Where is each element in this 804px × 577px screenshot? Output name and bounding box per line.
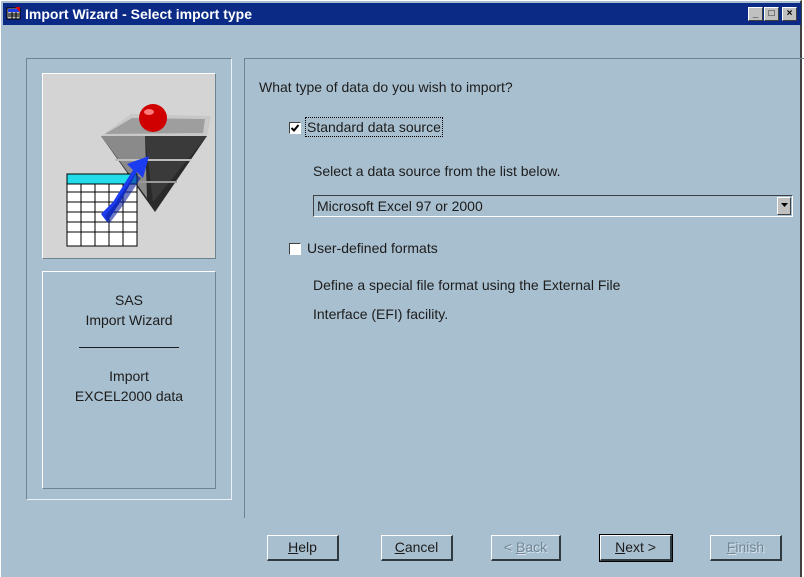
info-data-type: EXCEL2000 data: [74, 388, 184, 404]
dropdown-button[interactable]: [777, 197, 791, 215]
user-defined-hint-line1: Define a special file format using the E…: [313, 277, 621, 293]
back-label-accel: B: [515, 539, 526, 555]
back-label-rest: ack: [525, 539, 548, 555]
info-action: Import: [109, 368, 149, 384]
close-icon: ×: [786, 8, 793, 19]
standard-source-checkbox[interactable]: [289, 122, 301, 134]
next-label-accel: N: [615, 539, 626, 555]
help-label-accel: H: [288, 539, 299, 555]
next-button[interactable]: Next >: [599, 534, 673, 562]
maximize-button[interactable]: □: [764, 7, 779, 21]
checkmark-icon: [290, 124, 300, 132]
import-wizard-window: Import Wizard - Select import type _ □ ×: [0, 0, 804, 577]
back-label-prefix: <: [503, 539, 516, 555]
cancel-label-accel: C: [394, 539, 405, 555]
dropdown-arrow-icon: [781, 203, 788, 207]
info-wizard-name: Import Wizard: [85, 312, 173, 328]
help-button[interactable]: Help: [267, 535, 339, 561]
standard-source-label[interactable]: Standard data source: [305, 117, 443, 137]
standard-source-hint: Select a data source from the list below…: [313, 163, 561, 179]
import-type-question: What type of data do you wish to import?: [259, 79, 513, 95]
next-label-rest: ext >: [625, 539, 656, 555]
finish-button[interactable]: Finish: [710, 535, 782, 561]
data-source-value: Microsoft Excel 97 or 2000: [317, 198, 483, 214]
title-bar[interactable]: Import Wizard - Select import type _ □ ×: [3, 3, 801, 25]
minimize-icon: _: [752, 8, 759, 19]
app-icon[interactable]: [6, 6, 22, 22]
illustration-frame: [42, 73, 216, 259]
finish-label-rest: inish: [735, 539, 765, 555]
cancel-label-rest: ancel: [404, 539, 439, 555]
user-defined-hint-line2: Interface (EFI) facility.: [313, 306, 449, 322]
info-divider: [79, 347, 179, 348]
import-wizard-illustration: [66, 104, 211, 247]
help-label-rest: elp: [298, 539, 317, 555]
wizard-info-box: SAS Import Wizard Import EXCEL2000 data: [42, 271, 216, 489]
user-defined-checkbox[interactable]: [289, 243, 301, 255]
data-source-select[interactable]: Microsoft Excel 97 or 2000: [313, 195, 793, 217]
maximize-icon: □: [768, 8, 775, 19]
back-button[interactable]: < Back: [491, 535, 561, 561]
window-title: Import Wizard - Select import type: [25, 6, 253, 22]
close-button[interactable]: ×: [782, 7, 797, 21]
info-product: SAS: [114, 292, 143, 308]
user-defined-label[interactable]: User-defined formats: [307, 240, 438, 256]
cancel-button[interactable]: Cancel: [381, 535, 453, 561]
side-panel: SAS Import Wizard Import EXCEL2000 data: [26, 58, 232, 500]
minimize-button[interactable]: _: [748, 7, 763, 21]
main-panel: What type of data do you wish to import?…: [244, 58, 804, 518]
